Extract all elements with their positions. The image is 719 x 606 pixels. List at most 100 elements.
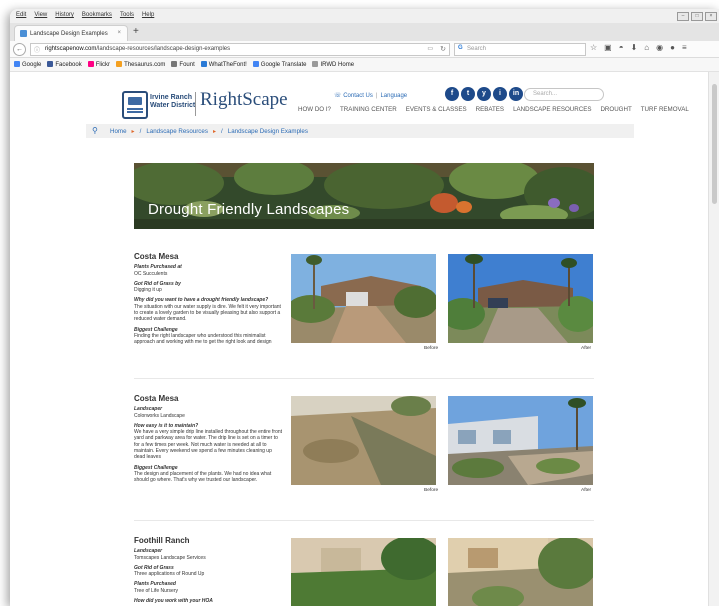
language-link[interactable]: Language [380, 93, 407, 99]
scrollbar-thumb[interactable] [712, 84, 717, 204]
browser-search-bar[interactable]: G Search [454, 43, 586, 56]
bookmark-label: IRWD Home [320, 62, 355, 68]
instagram-icon[interactable]: i [493, 87, 507, 101]
bookmark-item[interactable]: Facebook [47, 61, 82, 68]
nav-how-do-i[interactable]: HOW DO I? [298, 106, 331, 113]
entry-divider [134, 378, 594, 379]
irwd-logo-icon[interactable] [122, 91, 148, 119]
nav-events-classes[interactable]: EVENTS & CLASSES [406, 106, 467, 113]
entry-title: Foothill Ranch [134, 536, 190, 545]
menu-view[interactable]: View [34, 12, 47, 18]
tab-landscape-design-examples[interactable]: Landscape Design Examples × [14, 25, 128, 42]
menu-bookmarks[interactable]: Bookmarks [82, 12, 112, 18]
nav-rebates[interactable]: REBATES [476, 106, 504, 113]
entry-text-2: Costa Mesa Landscaper Colorworks Landsca… [134, 394, 284, 488]
main-navigation: HOW DO I? TRAINING CENTER EVENTS & CLASS… [298, 106, 689, 113]
chat-icon[interactable]: ● [670, 43, 675, 52]
pocket-icon[interactable]: ◓ [619, 43, 624, 52]
browser-window: Edit View History Bookmarks Tools Help –… [10, 9, 719, 606]
bookmark-label: Google [22, 62, 42, 68]
logo-name[interactable]: Irvine Ranch Water District [150, 94, 200, 110]
menu-history[interactable]: History [55, 12, 74, 18]
bookmark-item[interactable]: Fount [171, 61, 195, 68]
twitter-icon[interactable]: t [461, 87, 475, 101]
phone-icon: ☏ [334, 93, 342, 99]
brand-logo[interactable]: RightScape [200, 89, 288, 111]
bookmark-item[interactable]: Google Translate [252, 61, 306, 68]
new-tab-button[interactable]: + [133, 26, 139, 37]
page-scrollbar[interactable] [708, 72, 719, 606]
bookmark-item[interactable]: Flickr [87, 61, 111, 68]
field-value: Three applications of Round Up [134, 571, 205, 578]
site-search-placeholder: Search... [533, 91, 558, 97]
field-label: How did you work with your HOA [134, 598, 213, 605]
breadcrumb-separator: / [221, 128, 223, 135]
logo-divider [195, 92, 196, 116]
facebook-icon[interactable]: f [445, 87, 459, 101]
menu-tools[interactable]: Tools [120, 12, 134, 18]
url-host: rightscapenow.com [45, 46, 97, 52]
entry-text-3: Foothill Ranch Landscaper Tomscapes Land… [134, 536, 284, 605]
google-search-icon: G [458, 45, 463, 51]
field-value: Finding the right landscaper who underst… [134, 332, 272, 346]
library-icon[interactable]: ▣ [604, 43, 612, 52]
after-photo-2[interactable] [448, 396, 593, 485]
bookmarks-toolbar: Google Facebook Flickr Thesaurus.com Fount Wh… [10, 58, 719, 72]
navigation-toolbar: ← ⓘ rightscapenow.com/landscape-resource… [10, 41, 719, 58]
bookmark-label: WhatTheFont! [208, 62, 247, 68]
field-value: Tomscapes Landscape Services [134, 554, 206, 561]
close-tab-icon[interactable]: × [117, 30, 121, 36]
maximize-icon[interactable]: □ [691, 12, 703, 21]
contact-us-link[interactable]: Contact Us [343, 93, 373, 99]
bookmark-item[interactable]: WhatTheFont! [200, 61, 247, 68]
bookmark-item[interactable]: Google [14, 61, 41, 68]
nav-turf-removal[interactable]: TURF REMOVAL [641, 106, 689, 113]
bookmark-favicon-icon [87, 61, 94, 67]
back-arrow-icon[interactable]: ← [13, 43, 26, 56]
before-photo-3[interactable] [291, 538, 436, 606]
before-photo-2[interactable] [291, 396, 436, 485]
field-value: Digging it up [134, 287, 162, 294]
breadcrumb-home[interactable]: Home [110, 128, 127, 135]
site-info-icon[interactable]: ⓘ [34, 45, 40, 54]
field-value: Colorworks Landscape [134, 412, 185, 419]
bookmark-label: Flickr [95, 62, 111, 68]
hero-title: Drought Friendly Landscapes [148, 201, 350, 218]
breadcrumb-separator: / [139, 128, 142, 135]
minimize-icon[interactable]: – [677, 12, 689, 21]
field-value: OC Succulents [134, 270, 168, 277]
close-window-icon[interactable]: × [705, 12, 717, 21]
hero-banner: Drought Friendly Landscapes [134, 163, 594, 229]
bookmark-item[interactable]: IRWD Home [312, 61, 354, 68]
reader-view-icon[interactable]: ▭ [427, 45, 433, 52]
browser-search-placeholder: Search [467, 46, 487, 52]
before-photo-1[interactable] [291, 254, 436, 343]
site-search-input[interactable]: Search... [524, 88, 604, 101]
field-value: Tree of Life Nursery [134, 587, 178, 594]
download-icon[interactable]: ⬇ [631, 43, 638, 52]
linkedin-icon[interactable]: in [509, 87, 523, 101]
hamburger-menu-icon[interactable]: ≡ [682, 43, 687, 52]
bookmark-label: Thesaurus.com [124, 62, 166, 68]
breadcrumb: ⚲ Home ▸ / Landscape Resources ▸ / Lands… [86, 124, 634, 138]
nav-training-center[interactable]: TRAINING CENTER [340, 106, 397, 113]
bookmark-item[interactable]: Thesaurus.com [116, 61, 165, 68]
menu-edit[interactable]: Edit [16, 12, 26, 18]
entry-title: Costa Mesa [134, 394, 179, 403]
home-icon[interactable]: ⌂ [644, 43, 649, 52]
bookmark-star-icon[interactable]: ☆ [590, 43, 597, 52]
breadcrumb-landscape-resources[interactable]: Landscape Resources [146, 128, 208, 135]
bookmark-label: Facebook [55, 62, 82, 68]
after-photo-1[interactable] [448, 254, 593, 343]
reload-icon[interactable]: ↻ [440, 45, 446, 53]
youtube-icon[interactable]: y [477, 87, 491, 101]
example-entry-2: Costa Mesa Landscaper Colorworks Landsca… [134, 394, 594, 506]
menu-help[interactable]: Help [142, 12, 154, 18]
nav-landscape-resources[interactable]: LANDSCAPE RESOURCES [513, 106, 591, 113]
extension-icon[interactable]: ◉ [656, 43, 663, 52]
nav-drought[interactable]: DROUGHT [600, 106, 631, 113]
after-photo-3[interactable] [448, 538, 593, 606]
field-value: The design and placement of the plants. … [134, 470, 272, 484]
url-bar[interactable]: ⓘ rightscapenow.com/landscape-resources/… [30, 43, 450, 56]
util-separator: | [375, 93, 378, 99]
